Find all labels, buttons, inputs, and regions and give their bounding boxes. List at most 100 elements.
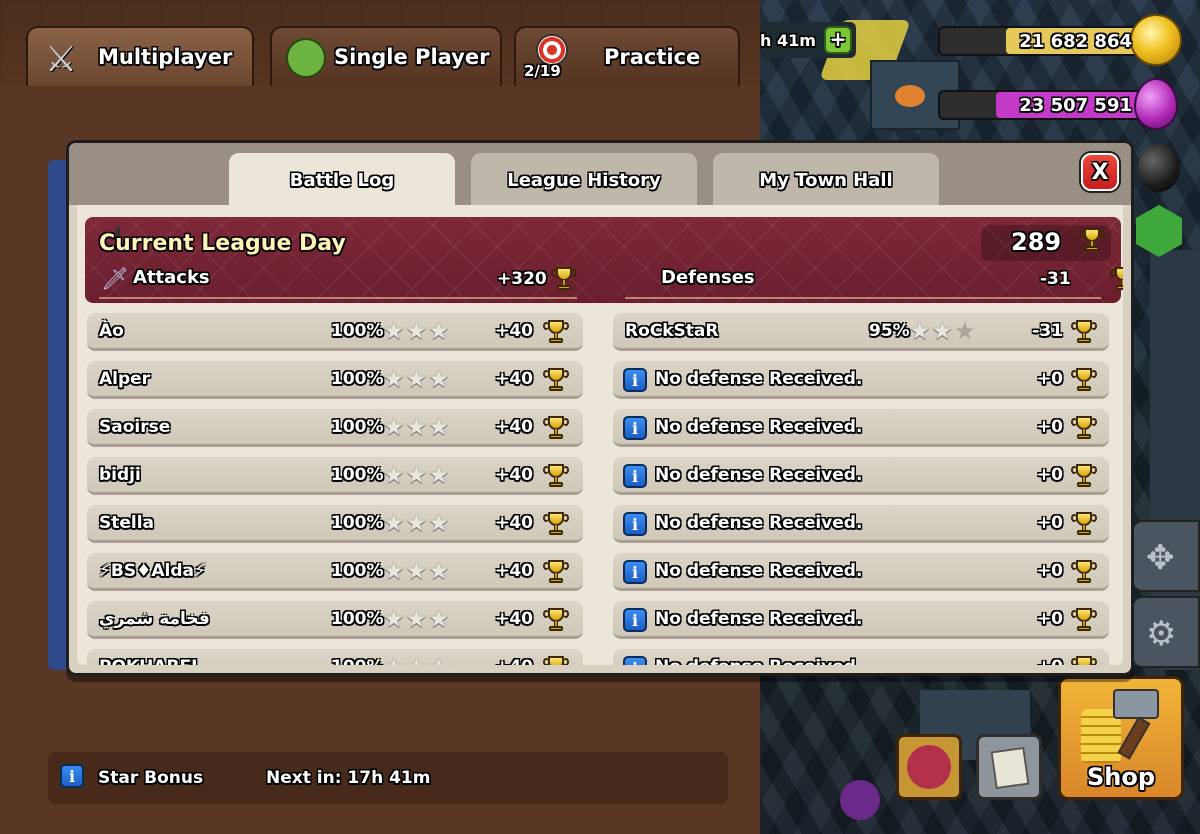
notes-button[interactable] — [976, 734, 1042, 800]
trophy-icon — [551, 265, 577, 291]
hero-button[interactable] — [896, 734, 962, 800]
player-name: Stella — [99, 513, 155, 533]
hero-portrait-icon — [907, 745, 951, 789]
dark-elixir-icon — [1138, 144, 1180, 192]
star-icon: ★ — [931, 317, 954, 345]
trophy-icon — [1071, 510, 1097, 536]
trophy-change: +40 — [495, 561, 533, 581]
trophy-icon — [543, 366, 569, 392]
trophy-change: +0 — [1036, 369, 1063, 389]
star-icon: ★ — [428, 509, 450, 537]
practice-count: 2/19 — [524, 62, 561, 80]
attack-log-row[interactable]: ⚡BS♦Alda⚡ 100% ★ ★ ★ +40 — [87, 553, 583, 591]
trophy-icon — [543, 318, 569, 344]
gold-coin-icon — [1130, 14, 1182, 66]
defense-log-row[interactable]: i No defense Received. +0 — [613, 505, 1109, 543]
trophy-change: +40 — [495, 417, 533, 437]
builder-timer[interactable]: h 41m + — [760, 22, 856, 58]
info-icon[interactable]: i — [623, 656, 647, 665]
attack-log-row[interactable]: Alper 100% ★ ★ ★ +40 — [87, 361, 583, 399]
trophy-change: +40 — [495, 321, 533, 341]
settings-button[interactable]: ⚙ — [1132, 596, 1200, 668]
trophy-icon — [543, 414, 569, 440]
gold-amount: 21 682 864 — [1019, 30, 1132, 52]
attack-log-row[interactable]: Saoirse 100% ★ ★ ★ +40 — [87, 409, 583, 447]
defenses-list: RoCkStaR 95% ★ ★ ★ -31 i No defense Received. +0… — [613, 313, 1109, 665]
attack-log-row[interactable]: POKHAREL100%★★★+40 — [87, 649, 583, 665]
elixir-amount: 23 507 591 — [1019, 94, 1132, 116]
info-icon[interactable]: i — [623, 560, 647, 584]
attack-log-row[interactable]: فخامة شمري 100% ★ ★ ★ +40 — [87, 601, 583, 639]
attack-log-row[interactable]: Stella 100% ★ ★ ★ +40 — [87, 505, 583, 543]
attacks-label: Attacks — [133, 267, 210, 288]
star-bonus-bar[interactable]: i Star Bonus Next in: 17h 41m — [48, 752, 728, 804]
tab-league-history[interactable]: League History — [471, 153, 697, 207]
star-icon: ★ — [383, 413, 405, 441]
star-icon: ★ — [383, 365, 405, 393]
star-icon: ★ — [909, 317, 931, 345]
trophy-icon — [1071, 366, 1097, 392]
star-rating: ★★★ — [383, 367, 450, 391]
trophy-change: +40 — [495, 609, 533, 629]
shop-button[interactable]: Shop — [1058, 676, 1184, 800]
info-icon[interactable]: i — [623, 464, 647, 488]
defense-log-row[interactable]: RoCkStaR 95% ★ ★ ★ -31 — [613, 313, 1109, 351]
player-name: No defense Received. — [655, 465, 863, 485]
star-icon: ★ — [406, 655, 428, 665]
close-button[interactable]: X — [1081, 153, 1119, 191]
shop-label: Shop — [1086, 763, 1156, 791]
tab-multiplayer-label: Multiplayer — [98, 45, 233, 69]
defense-log-row[interactable]: i No defense Received. +0 — [613, 409, 1109, 447]
trophy-icon — [1071, 414, 1097, 440]
scene-orb — [840, 780, 880, 820]
tab-practice[interactable]: 2/19 Practice — [514, 26, 740, 86]
hammer-handle-icon — [1117, 716, 1151, 760]
star-icon: ★ — [428, 461, 450, 489]
trophy-icon — [1071, 558, 1097, 584]
tab-single-player-label: Single Player — [334, 45, 490, 69]
star-rating: ★★★ — [909, 319, 976, 343]
info-icon[interactable]: i — [623, 416, 647, 440]
star-rating: ★★★ — [383, 607, 450, 631]
info-icon[interactable]: i — [623, 512, 647, 536]
edit-layout-button[interactable]: ✥ — [1132, 520, 1200, 592]
destruction-percent: 95% — [869, 321, 910, 341]
star-icon: ★ — [428, 655, 450, 665]
add-builder-icon[interactable]: + — [824, 26, 852, 54]
tab-battle-log[interactable]: Battle Log — [229, 153, 455, 207]
defense-log-row[interactable]: i No defense Received. +0 — [613, 553, 1109, 591]
trophy-icon — [1071, 462, 1097, 488]
move-hand-icon: ✥ — [1146, 538, 1175, 578]
star-icon: ★ — [405, 461, 428, 489]
info-icon[interactable]: i — [623, 608, 647, 632]
trophy-icon — [543, 606, 569, 632]
info-icon[interactable]: i — [60, 764, 84, 788]
trophy-change: +0 — [1036, 609, 1063, 629]
destruction-percent: 100% — [331, 465, 384, 485]
star-icon: ★ — [405, 605, 428, 633]
trophy-change: +0 — [1036, 465, 1063, 485]
defense-log-row[interactable]: i No defense Received. +0 — [613, 361, 1109, 399]
trophy-icon — [543, 654, 569, 665]
tab-multiplayer[interactable]: ⚔ Multiplayer — [26, 26, 254, 86]
divider — [625, 297, 1101, 299]
battle-log-modal: Battle Log League History My Town Hall X… — [66, 140, 1134, 676]
destruction-percent: 100% — [331, 369, 384, 389]
attack-log-row[interactable]: Ào 100% ★ ★ ★ +40 — [87, 313, 583, 351]
star-icon: ★ — [405, 557, 428, 585]
star-icon: ★ — [405, 365, 428, 393]
defense-log-row[interactable]: i No defense Received. +0 — [613, 457, 1109, 495]
defense-log-row[interactable]: i No defense Received. +0 — [613, 601, 1109, 639]
star-bonus-label: Star Bonus — [98, 768, 204, 788]
attacks-list: Ào 100% ★ ★ ★ +40 Alper 100% ★ ★ ★ +40 Saoirse 100% ★ ★… — [87, 313, 583, 665]
destruction-percent: 100% — [331, 417, 384, 437]
notes-icon — [990, 746, 1030, 790]
info-icon[interactable]: i — [623, 368, 647, 392]
defense-log-row[interactable]: i No defense Received. +0 — [613, 649, 1109, 665]
tab-my-town-hall[interactable]: My Town Hall — [713, 153, 939, 207]
attack-log-row[interactable]: bidji 100% ★ ★ ★ +40 — [87, 457, 583, 495]
crossed-swords-icon: ⚔ — [44, 38, 78, 80]
player-name: bidji — [99, 465, 141, 485]
tab-single-player[interactable]: Single Player — [270, 26, 502, 86]
trophy-change: +40 — [495, 465, 533, 485]
